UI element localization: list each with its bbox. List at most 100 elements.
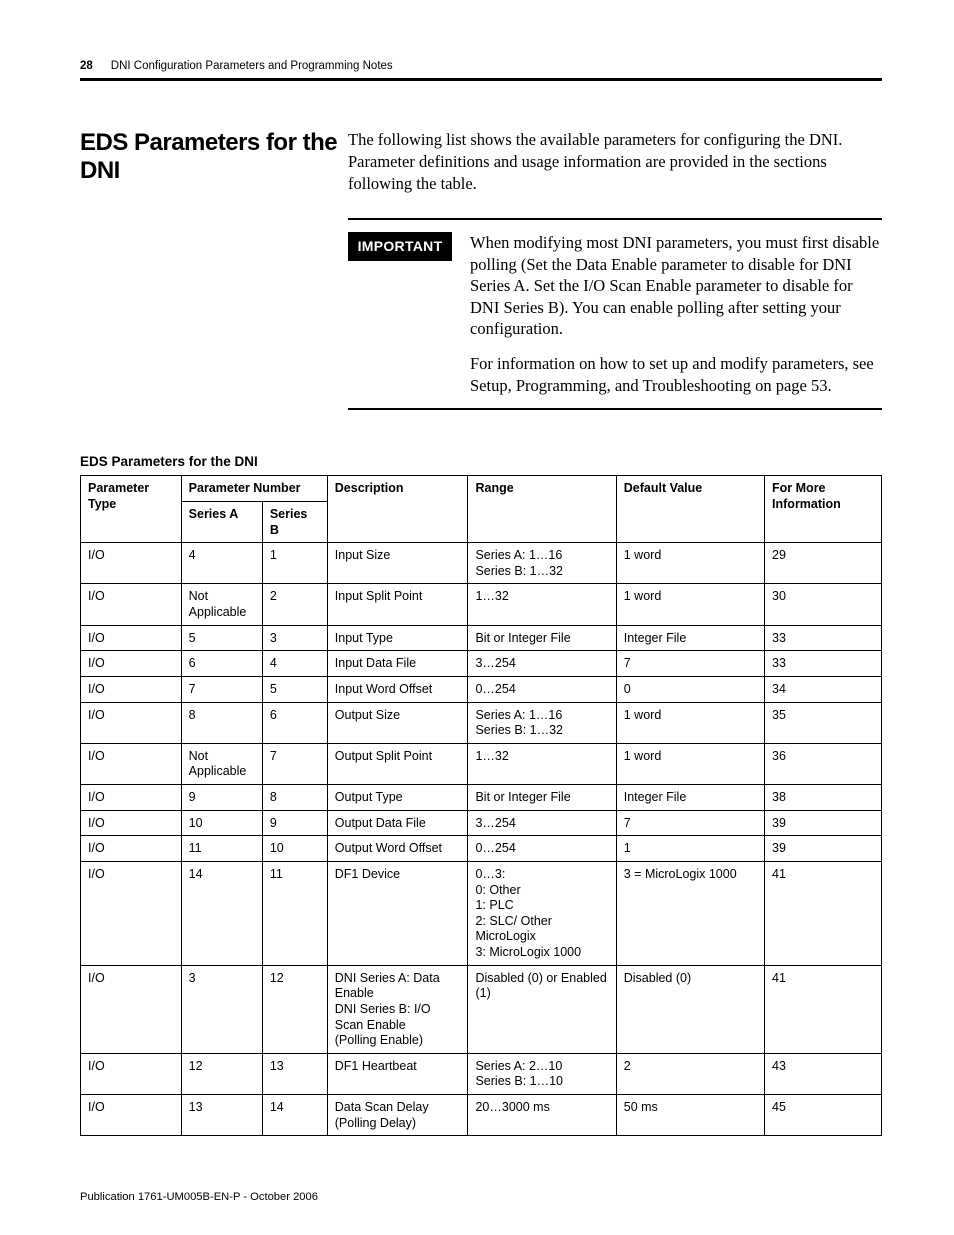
cell-desc: Output Data File (327, 810, 468, 836)
eds-parameters-table: Parameter Type Parameter Number Descript… (80, 475, 882, 1136)
cell-range: 0…254 (468, 676, 616, 702)
cell-def: 50 ms (616, 1095, 764, 1136)
cell-range: 3…254 (468, 651, 616, 677)
cell-info: 39 (765, 836, 882, 862)
table-row: I/O98Output TypeBit or Integer FileInteg… (81, 785, 882, 811)
table-row: I/O86Output SizeSeries A: 1…16Series B: … (81, 702, 882, 743)
cell-sb: 13 (262, 1053, 327, 1094)
cell-sa: 9 (181, 785, 262, 811)
table-row: I/O75Input Word Offset0…254034 (81, 676, 882, 702)
table-row: I/O1110Output Word Offset0…254139 (81, 836, 882, 862)
th-series-a: Series A (181, 501, 262, 542)
cell-info: 43 (765, 1053, 882, 1094)
cell-sa: 13 (181, 1095, 262, 1136)
cell-def: 7 (616, 651, 764, 677)
cell-desc: DF1 Device (327, 861, 468, 965)
cell-ptype: I/O (81, 1053, 182, 1094)
th-parameter-type: Parameter Type (81, 476, 182, 543)
chapter-title: DNI Configuration Parameters and Program… (111, 60, 393, 72)
cell-def: 1 word (616, 584, 764, 625)
th-series-b: Series B (262, 501, 327, 542)
cell-info: 41 (765, 965, 882, 1053)
cell-desc: Input Data File (327, 651, 468, 677)
cell-sb: 9 (262, 810, 327, 836)
cell-info: 36 (765, 743, 882, 784)
table-row: I/O53Input TypeBit or Integer FileIntege… (81, 625, 882, 651)
cell-def: 1 word (616, 543, 764, 584)
table-row: I/O1213DF1 HeartbeatSeries A: 2…10Series… (81, 1053, 882, 1094)
table-row: I/O312DNI Series A: Data EnableDNI Serie… (81, 965, 882, 1053)
section-heading: EDS Parameters for the DNI (80, 129, 348, 184)
cell-info: 41 (765, 861, 882, 965)
cell-ptype: I/O (81, 676, 182, 702)
cell-range: Series A: 2…10Series B: 1…10 (468, 1053, 616, 1094)
cell-def: 0 (616, 676, 764, 702)
th-for-more-info: For More Information (765, 476, 882, 543)
table-row: I/O64Input Data File3…254733 (81, 651, 882, 677)
cell-sa: 11 (181, 836, 262, 862)
table-row: I/O1411DF1 Device0…3:0: Other1: PLC2: SL… (81, 861, 882, 965)
cell-range: Series A: 1…16Series B: 1…32 (468, 702, 616, 743)
cell-info: 38 (765, 785, 882, 811)
cell-sa: Not Applicable (181, 743, 262, 784)
cell-range: Disabled (0) or Enabled (1) (468, 965, 616, 1053)
table-title: EDS Parameters for the DNI (80, 454, 882, 469)
cell-sb: 5 (262, 676, 327, 702)
cell-desc: DNI Series A: Data EnableDNI Series B: I… (327, 965, 468, 1053)
cell-desc: Output Word Offset (327, 836, 468, 862)
running-head: 28 DNI Configuration Parameters and Prog… (80, 60, 882, 81)
section-intro: The following list shows the available p… (348, 129, 882, 194)
cell-sb: 11 (262, 861, 327, 965)
cell-def: Disabled (0) (616, 965, 764, 1053)
cell-range: 0…3:0: Other1: PLC2: SLC/ Other MicroLog… (468, 861, 616, 965)
cell-def: 1 word (616, 702, 764, 743)
cell-def: Integer File (616, 785, 764, 811)
cell-range: 0…254 (468, 836, 616, 862)
th-description: Description (327, 476, 468, 543)
cell-ptype: I/O (81, 836, 182, 862)
important-followup: For information on how to set up and mod… (470, 353, 882, 396)
cell-sb: 4 (262, 651, 327, 677)
cell-info: 45 (765, 1095, 882, 1136)
cell-sa: 3 (181, 965, 262, 1053)
important-body: When modifying most DNI parameters, you … (470, 232, 882, 339)
section-body: The following list shows the available p… (348, 129, 882, 410)
table-row: I/ONot Applicable2Input Split Point1…321… (81, 584, 882, 625)
cell-sa: 14 (181, 861, 262, 965)
publication-footer: Publication 1761-UM005B-EN-P - October 2… (80, 1191, 318, 1203)
table-row: I/O1314Data Scan Delay (Polling Delay)20… (81, 1095, 882, 1136)
th-default-value: Default Value (616, 476, 764, 543)
cell-sa: 10 (181, 810, 262, 836)
cell-sa: 4 (181, 543, 262, 584)
cell-desc: DF1 Heartbeat (327, 1053, 468, 1094)
cell-sb: 14 (262, 1095, 327, 1136)
cell-info: 30 (765, 584, 882, 625)
cell-range: Bit or Integer File (468, 625, 616, 651)
cell-range: Bit or Integer File (468, 785, 616, 811)
cell-ptype: I/O (81, 810, 182, 836)
cell-def: 2 (616, 1053, 764, 1094)
cell-ptype: I/O (81, 543, 182, 584)
cell-range: 3…254 (468, 810, 616, 836)
cell-desc: Output Split Point (327, 743, 468, 784)
th-range: Range (468, 476, 616, 543)
table-row: I/O109Output Data File3…254739 (81, 810, 882, 836)
cell-sb: 6 (262, 702, 327, 743)
cell-desc: Input Type (327, 625, 468, 651)
cell-range: Series A: 1…16Series B: 1…32 (468, 543, 616, 584)
cell-desc: Input Split Point (327, 584, 468, 625)
cell-def: 7 (616, 810, 764, 836)
cell-ptype: I/O (81, 861, 182, 965)
page-number: 28 (80, 60, 93, 72)
cell-sb: 10 (262, 836, 327, 862)
cell-range: 1…32 (468, 584, 616, 625)
cell-def: 1 (616, 836, 764, 862)
cell-sa: 12 (181, 1053, 262, 1094)
cell-ptype: I/O (81, 785, 182, 811)
cell-range: 20…3000 ms (468, 1095, 616, 1136)
cell-sb: 8 (262, 785, 327, 811)
eds-table-body: I/O41Input SizeSeries A: 1…16Series B: 1… (81, 543, 882, 1136)
cell-sb: 3 (262, 625, 327, 651)
cell-info: 29 (765, 543, 882, 584)
cell-info: 33 (765, 625, 882, 651)
